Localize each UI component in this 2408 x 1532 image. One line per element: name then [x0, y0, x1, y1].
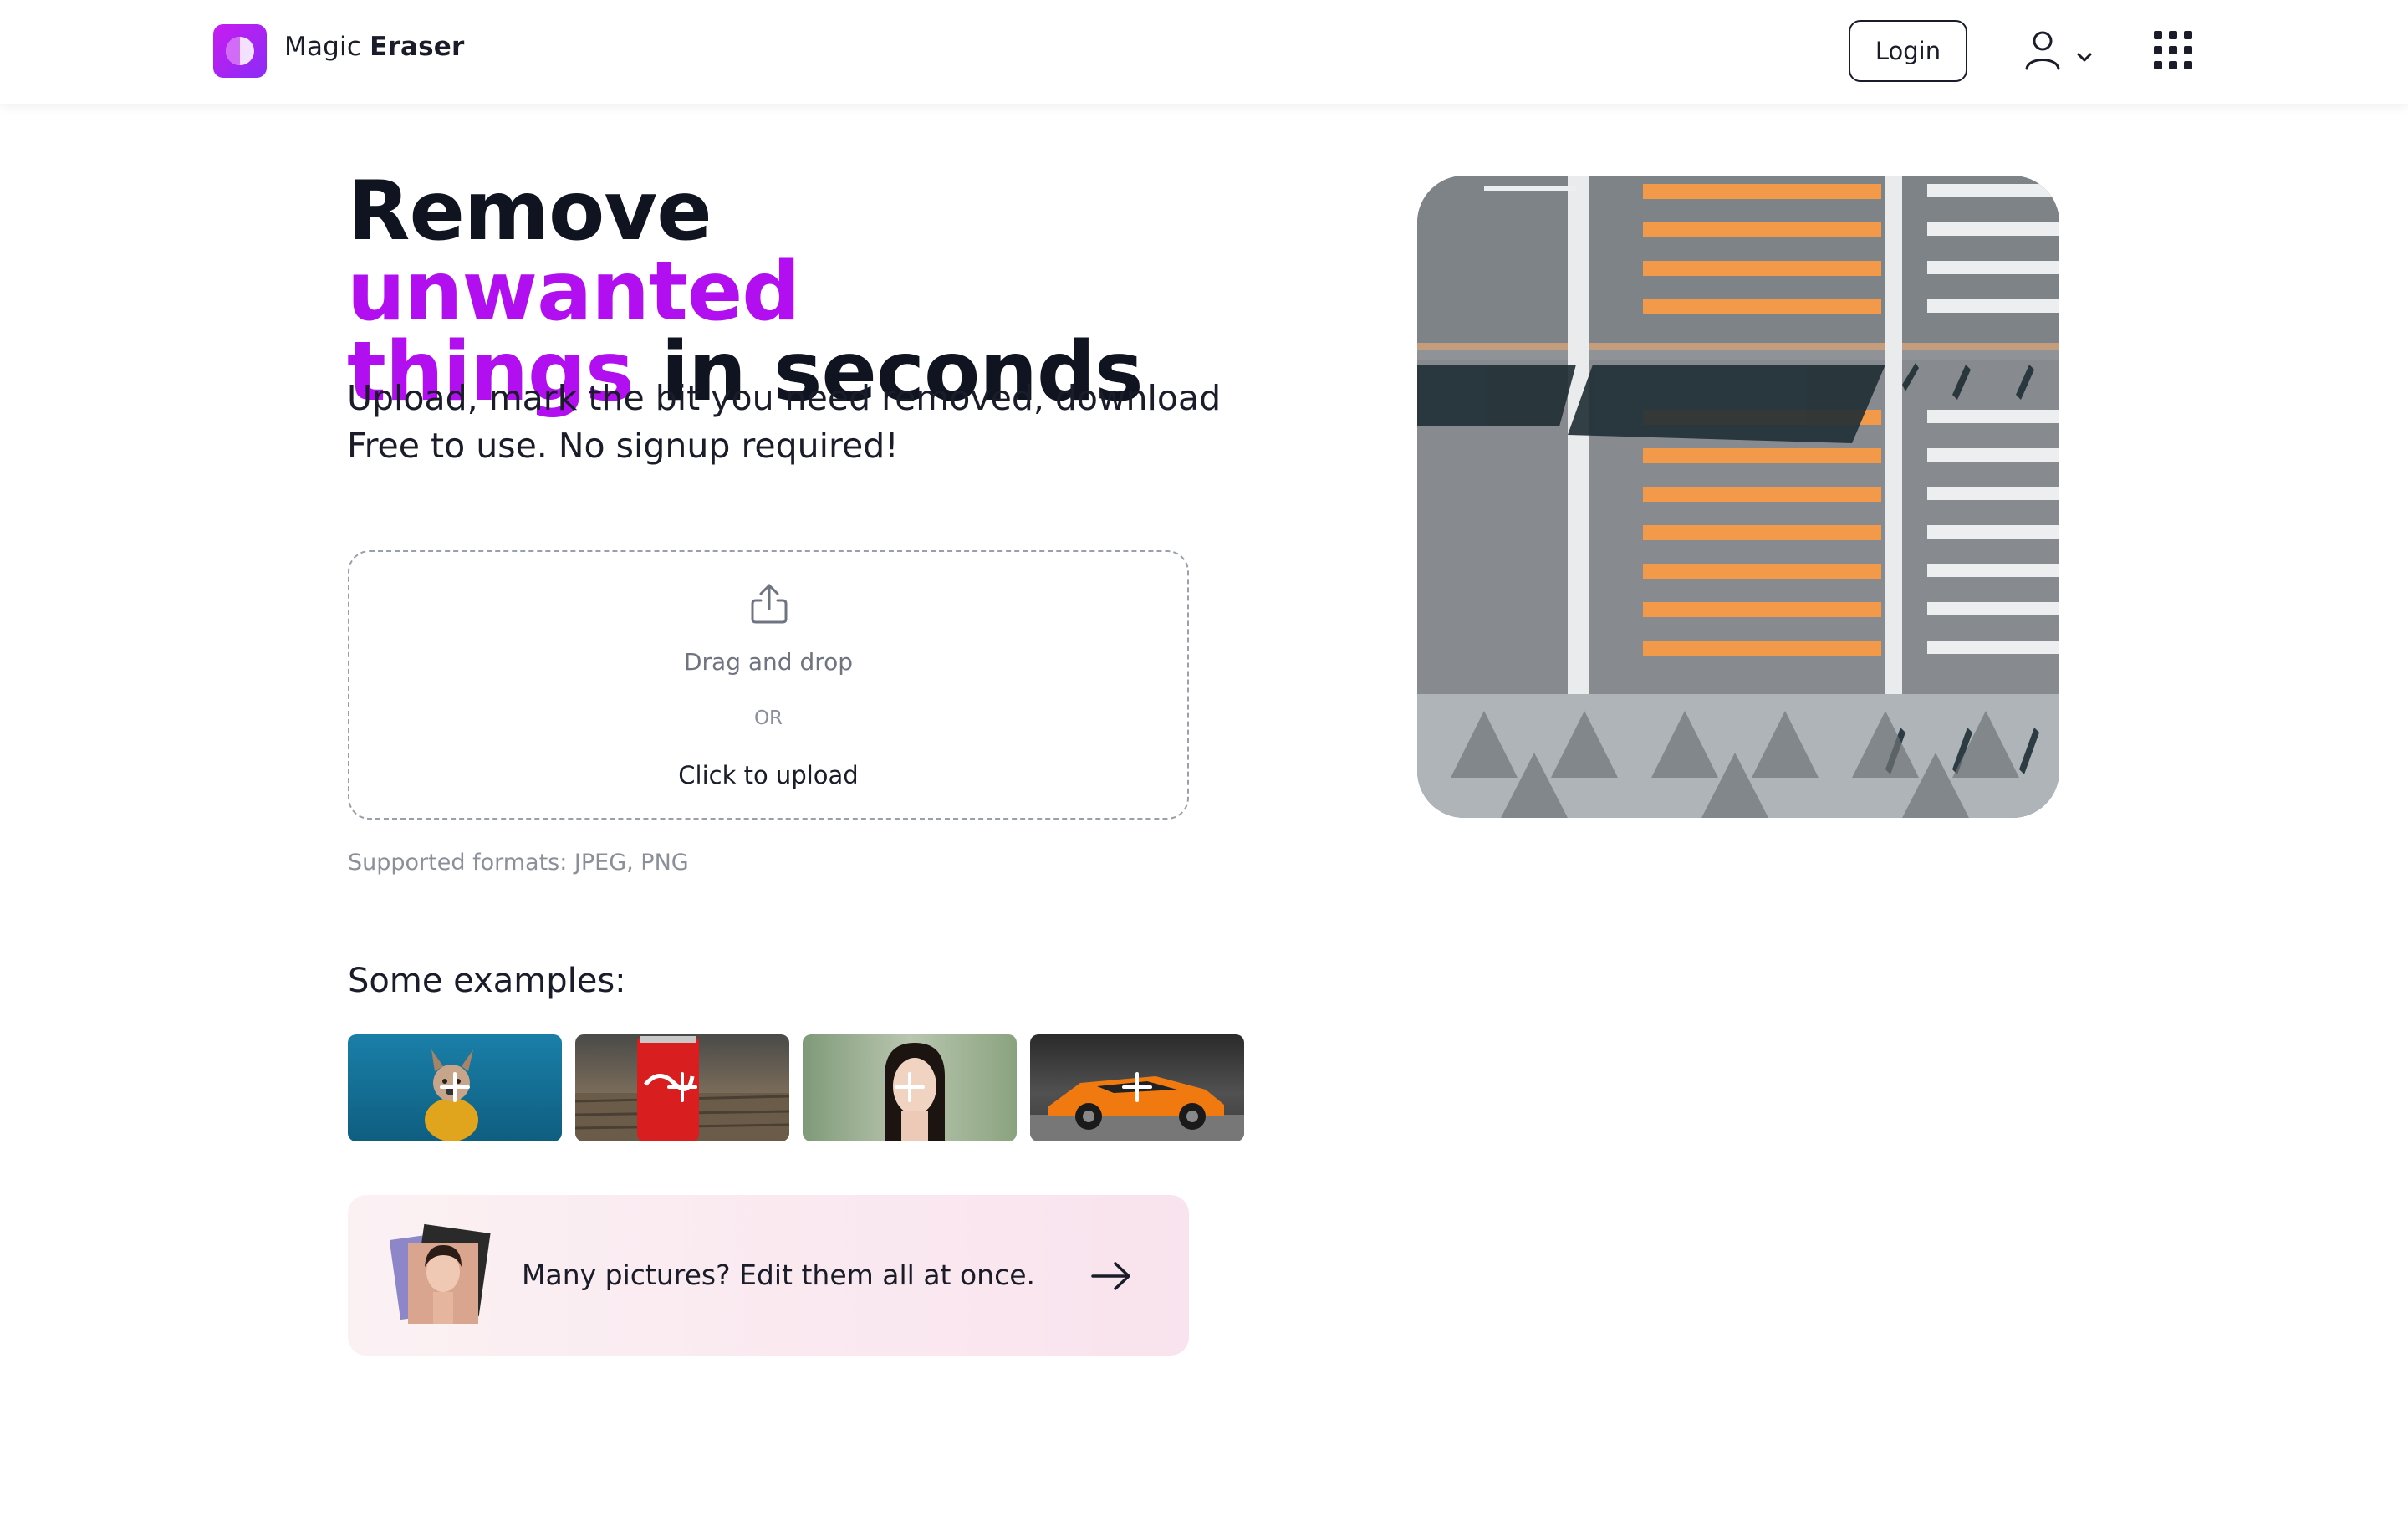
chevron-down-icon [2077, 53, 2092, 62]
logo-icon[interactable] [213, 24, 267, 78]
example-sports-car[interactable] [1030, 1034, 1244, 1141]
hero-crosswalk-image [1417, 176, 2059, 818]
example-dog[interactable] [348, 1034, 562, 1141]
logo-text[interactable]: Magic Eraser [284, 32, 465, 62]
user-icon [2025, 31, 2092, 70]
batch-edit-text: Many pictures? Edit them all at once. [522, 1259, 1036, 1291]
user-menu[interactable] [2023, 30, 2099, 74]
stacked-photos-icon [390, 1223, 491, 1324]
plus-icon [440, 1072, 470, 1102]
top-header: Magic Eraser Login [0, 0, 2408, 104]
apps-grid-icon[interactable] [2153, 30, 2193, 70]
or-separator: OR [753, 707, 783, 729]
login-button[interactable]: Login [1849, 20, 1967, 82]
supported-formats-note: Supported formats: JPEG, PNG [348, 850, 689, 876]
click-to-upload-link[interactable]: Click to upload [349, 761, 1187, 789]
crosswalk-aerial-image [1417, 176, 2059, 818]
plus-icon [895, 1072, 925, 1102]
example-cola-can[interactable] [575, 1034, 789, 1141]
plus-icon [667, 1072, 697, 1102]
batch-edit-banner[interactable]: Many pictures? Edit them all at once. [348, 1195, 1189, 1356]
examples-heading: Some examples: [348, 962, 626, 1000]
arrow-right-icon[interactable] [1090, 1260, 1132, 1292]
logo-text-bold: Eraser [370, 32, 465, 62]
plus-icon [1122, 1072, 1152, 1102]
logo-text-regular: Magic [284, 32, 362, 62]
example-woman-portrait[interactable] [803, 1034, 1017, 1141]
hero-subtitle-line2: Free to use. No signup required! [347, 426, 899, 466]
drag-and-drop-text: Drag and drop [683, 648, 854, 676]
hero-subtitle-line1: Upload, mark the bit you need removed, d… [347, 378, 1222, 418]
hero-subtitle: Upload, mark the bit you need removed, d… [347, 375, 1267, 470]
upload-dropzone[interactable]: Drag and drop OR Click to upload [348, 550, 1189, 820]
upload-icon [751, 584, 788, 624]
